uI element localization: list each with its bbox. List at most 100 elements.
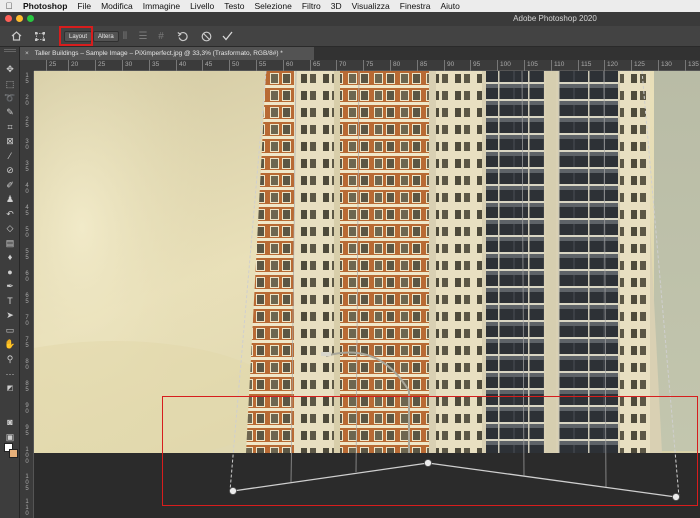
home-icon[interactable] <box>8 29 24 43</box>
ruler-tick: 8 0 <box>25 359 29 371</box>
menu-livello[interactable]: Livello <box>185 1 219 11</box>
background-swatch[interactable] <box>9 449 18 458</box>
ruler-tick: 55 <box>256 60 266 71</box>
ruler-tick: 135 <box>685 60 699 71</box>
ruler-tick: 3 0 <box>25 139 29 151</box>
ruler-tick: 1 1 0 <box>25 499 29 517</box>
ruler-tick: 25 <box>95 60 105 71</box>
blur-icon[interactable]: ♦ <box>2 251 18 264</box>
ruler-tick: 75 <box>363 60 373 71</box>
ruler-tick: 7 0 <box>25 315 29 327</box>
screen-mode-icon[interactable]: ▣ <box>2 431 18 444</box>
marquee-icon[interactable]: ⬚ <box>2 78 18 91</box>
history-brush-icon[interactable]: ↶ <box>2 208 18 221</box>
ruler-tick: 70 <box>336 60 346 71</box>
warp-handle-right[interactable] <box>672 493 680 501</box>
document-tab-bar: × Taller Buildings – Sample Image – PiXi… <box>20 47 700 60</box>
move-icon[interactable]: ✥ <box>2 63 18 76</box>
document-tab[interactable]: × Taller Buildings – Sample Image – PiXi… <box>20 47 314 60</box>
ruler-tick: 5 0 <box>25 227 29 239</box>
ruler-tick: 130 <box>658 60 672 71</box>
menu-photoshop[interactable]: Photoshop <box>18 1 72 11</box>
vertical-ruler[interactable]: 1 5 2 0 2 5 3 0 3 5 4 0 4 5 5 0 5 5 6 0 … <box>20 71 34 518</box>
menu-testo[interactable]: Testo <box>219 1 249 11</box>
ruler-tick: 5 5 <box>25 249 29 261</box>
canvas-image <box>34 71 700 518</box>
quick-select-icon[interactable]: ✎ <box>2 106 18 119</box>
menu-immagine[interactable]: Immagine <box>138 1 185 11</box>
menu-3d[interactable]: 3D <box>326 1 347 11</box>
ruler-tick: 80 <box>390 60 400 71</box>
ruler-tick: 1 0 5 <box>25 474 29 492</box>
cancel-transform-icon[interactable] <box>198 29 214 43</box>
ruler-tick: 35 <box>149 60 159 71</box>
horizontal-split-icon[interactable]: ☰ <box>137 29 149 43</box>
eyedropper-icon[interactable]: ⁄ <box>2 150 18 163</box>
ruler-tick: 60 <box>283 60 293 71</box>
healing-icon[interactable]: ⊘ <box>2 164 18 177</box>
commit-transform-icon[interactable] <box>219 29 235 43</box>
ruler-tick: 85 <box>417 60 427 71</box>
quick-mask-icon[interactable]: ◙ <box>2 416 18 429</box>
ruler-tick: 65 <box>310 60 320 71</box>
ruler-tick: 50 <box>229 60 239 71</box>
brush-icon[interactable]: ✐ <box>2 179 18 192</box>
ruler-tick: 7 5 <box>25 337 29 349</box>
document-tab-title: Taller Buildings – Sample Image – PiXimp… <box>34 50 283 57</box>
window-title: Adobe Photoshop 2020 <box>513 14 597 23</box>
panel-grip-icon <box>4 49 16 52</box>
gradient-icon[interactable]: ▤ <box>2 237 18 250</box>
ruler-tick: 115 <box>578 60 591 71</box>
menu-aiuto[interactable]: Aiuto <box>435 1 464 11</box>
menu-bar:  Photoshop File Modifica Immagine Livel… <box>0 0 700 12</box>
ruler-tick: 6 5 <box>25 293 29 305</box>
ruler-tick: 2 0 <box>25 95 29 107</box>
lasso-icon[interactable]: ➰ <box>2 92 18 105</box>
ruler-tick: 40 <box>176 60 186 71</box>
warp-handle-left[interactable] <box>229 487 237 495</box>
type-icon[interactable]: T <box>2 295 18 308</box>
menu-modifica[interactable]: Modifica <box>96 1 138 11</box>
eraser-icon[interactable]: ◇ <box>2 222 18 235</box>
zoom-icon[interactable]: ⚲ <box>2 353 18 366</box>
menu-finestra[interactable]: Finestra <box>395 1 436 11</box>
ruler-tick: 110 <box>551 60 564 71</box>
apple-icon[interactable]:  <box>0 1 18 11</box>
path-select-icon[interactable]: ➤ <box>2 309 18 322</box>
ruler-tick: 25 <box>46 60 56 71</box>
tool-panel: ✥ ⬚ ➰ ✎ ⌗ ⊠ ⁄ ⊘ ✐ ♟ ↶ ◇ ▤ ♦ ● ✒ T ➤ ▭ ✋ … <box>0 47 20 518</box>
transform-icon[interactable] <box>32 29 48 43</box>
ruler-tick: 4 0 <box>25 183 29 195</box>
stamp-icon[interactable]: ♟ <box>2 193 18 206</box>
default-colors-icon[interactable]: ◩ <box>2 382 18 395</box>
more-icon[interactable]: ··· <box>2 368 18 381</box>
menu-visualizza[interactable]: Visualizza <box>347 1 395 11</box>
ruler-tick: 9 5 <box>25 425 29 437</box>
menu-file[interactable]: File <box>72 1 96 11</box>
ruler-tick: 45 <box>202 60 212 71</box>
document-canvas[interactable] <box>34 71 700 518</box>
vertical-split-icon[interactable]: ⫴ <box>119 29 131 43</box>
ruler-tick: 8 5 <box>25 381 29 393</box>
rectangle-icon[interactable]: ▭ <box>2 324 18 337</box>
ruler-origin[interactable] <box>20 60 34 71</box>
window-title-bar: Adobe Photoshop 2020 <box>0 12 700 26</box>
crop-icon[interactable]: ⌗ <box>2 121 18 134</box>
close-tab-icon[interactable]: × <box>25 50 29 57</box>
warp-handle-center[interactable] <box>424 459 432 467</box>
frame-icon[interactable]: ⊠ <box>2 135 18 148</box>
ruler-tick: 95 <box>470 60 480 71</box>
ruler-tick: 1 5 <box>25 73 29 85</box>
ruler-tick: 6 0 <box>25 271 29 283</box>
dodge-icon[interactable]: ● <box>2 266 18 279</box>
menu-filtro[interactable]: Filtro <box>297 1 326 11</box>
grid-split-icon[interactable]: # <box>155 29 167 43</box>
rotate-icon[interactable] <box>174 29 190 43</box>
ruler-tick: 90 <box>444 60 454 71</box>
horizontal-ruler[interactable]: 25 20 25 30 35 40 45 50 55 60 65 70 75 8… <box>34 60 700 71</box>
hand-icon[interactable]: ✋ <box>2 338 18 351</box>
menu-selezione[interactable]: Selezione <box>250 1 297 11</box>
pen-icon[interactable]: ✒ <box>2 280 18 293</box>
altera-button[interactable]: Altera <box>93 31 119 42</box>
ruler-tick: 2 5 <box>25 117 29 129</box>
